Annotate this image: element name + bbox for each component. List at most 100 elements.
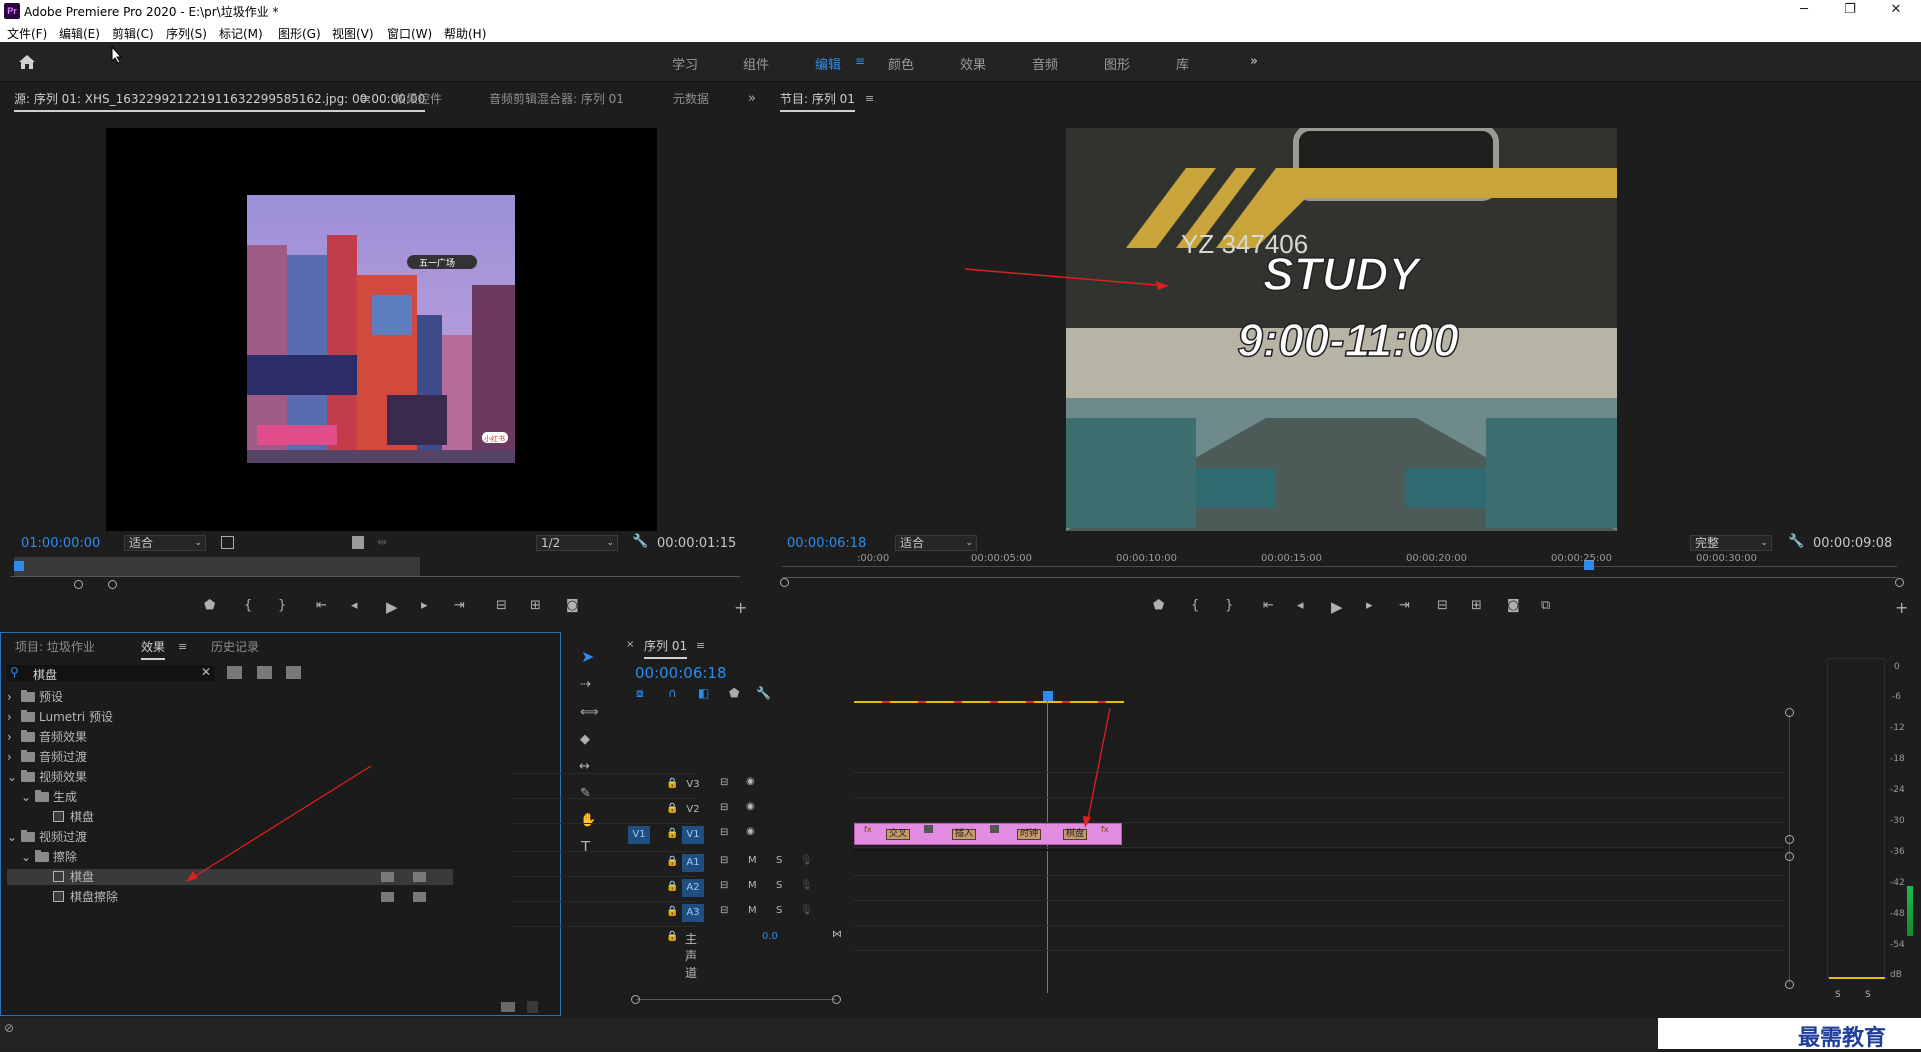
tab-metadata[interactable]: 元数据 [673, 90, 709, 107]
go-to-in-icon[interactable]: ⇤ [1263, 598, 1274, 613]
drag-video-icon[interactable]: ⇹ [377, 535, 387, 549]
nest-icon[interactable]: ◧ [698, 686, 709, 700]
program-quality-select[interactable]: 完整 ⌄ [1690, 535, 1772, 551]
sync-lock-icon[interactable]: ⊟ [720, 880, 728, 891]
sync-lock-icon[interactable]: ⊟ [720, 827, 728, 838]
workspace-graphics[interactable]: 图形 [1104, 54, 1130, 73]
lock-icon[interactable]: 🔒 [666, 881, 678, 892]
menu-marker[interactable]: 标记(M) [219, 25, 263, 42]
zoom-handle-right[interactable] [108, 580, 117, 589]
scroll-handle[interactable] [832, 995, 841, 1004]
delete-icon[interactable] [527, 1001, 538, 1013]
meter-solo-left[interactable]: S [1835, 990, 1841, 1000]
search-input[interactable]: 棋盘 [33, 666, 57, 683]
microphone-icon[interactable]: 🎙 [800, 880, 813, 891]
source-menu-icon[interactable]: ≡ [361, 92, 370, 106]
workspace-menu-icon[interactable]: ≡ [855, 54, 865, 68]
tab-effect-controls[interactable]: 效果控件 [394, 90, 442, 107]
zoom-handle-left[interactable] [780, 578, 789, 587]
add-button-icon[interactable]: + [734, 598, 747, 617]
eye-icon[interactable]: ◉ [746, 826, 755, 837]
sequence-menu-icon[interactable]: ≡ [696, 639, 705, 653]
minimize-button[interactable]: ─ [1781, 0, 1827, 22]
tree-item-audio-effects[interactable]: › 音频效果 [7, 729, 453, 745]
safe-margins-icon[interactable] [221, 536, 234, 549]
program-timecode[interactable]: 00:00:06:18 [787, 536, 866, 551]
tree-item-checker-wipe[interactable]: 棋盘擦除 [7, 889, 453, 905]
source-resolution-select[interactable]: 1/2 ⌄ [536, 535, 618, 551]
scroll-handle[interactable] [631, 995, 640, 1004]
zoom-handle-right[interactable] [1895, 578, 1904, 587]
eye-icon[interactable]: ◉ [746, 801, 755, 812]
source-zoom-bar[interactable] [10, 576, 740, 577]
program-menu-icon[interactable]: ≡ [865, 92, 874, 106]
zoom-handle-left[interactable] [74, 580, 83, 589]
tab-audio-clip-mixer[interactable]: 音频剪辑混合器: 序列 01 [489, 90, 624, 107]
step-forward-icon[interactable]: ▸ [421, 598, 428, 613]
comparison-view-icon[interactable]: ⧉ [1541, 598, 1550, 613]
workspace-color[interactable]: 颜色 [888, 54, 914, 73]
master-volume-value[interactable]: 0.0 [762, 931, 778, 942]
meter-solo-right[interactable]: S [1865, 990, 1871, 1000]
tree-item-lumetri-presets[interactable]: › Lumetri 预设 [7, 709, 453, 725]
workspace-learn[interactable]: 学习 [672, 54, 698, 73]
transition-insert[interactable]: 插入 [952, 829, 977, 840]
mute-button[interactable]: M [748, 855, 757, 866]
menu-view[interactable]: 视图(V) [332, 25, 374, 42]
scroll-handle[interactable] [1785, 980, 1794, 989]
menu-edit[interactable]: 编辑(E) [59, 25, 100, 42]
mute-button[interactable]: M [748, 905, 757, 916]
menu-file[interactable]: 文件(F) [7, 25, 47, 42]
lock-icon[interactable]: 🔒 [666, 906, 678, 917]
tab-program[interactable]: 节目: 序列 01 [780, 90, 855, 112]
lock-icon[interactable]: 🔒 [666, 828, 678, 839]
close-tab-icon[interactable]: × [626, 638, 634, 652]
workspace-editing[interactable]: 编辑 [815, 54, 841, 73]
microphone-icon[interactable]: 🎙 [800, 905, 813, 916]
add-marker-icon[interactable]: ⬟ [1153, 598, 1164, 613]
effects-search-box[interactable]: ⚲ 棋盘 ✕ [7, 665, 215, 683]
transition-checkerboard[interactable]: 棋盘 [1063, 829, 1088, 840]
snap-icon[interactable]: ⧇ [636, 686, 644, 701]
lift-icon[interactable]: ⊟ [1437, 598, 1448, 613]
menu-window[interactable]: 窗口(W) [387, 25, 432, 42]
scroll-handle[interactable] [1785, 835, 1794, 844]
source-playhead[interactable] [14, 561, 24, 571]
go-to-out-icon[interactable]: ⇥ [454, 598, 465, 613]
selection-tool-icon[interactable]: ➤ [581, 649, 594, 665]
linked-selection-icon[interactable]: ∩ [668, 686, 677, 700]
clear-search-icon[interactable]: ✕ [201, 665, 211, 679]
sync-lock-icon[interactable]: ⊟ [720, 777, 728, 788]
menu-help[interactable]: 帮助(H) [444, 25, 486, 42]
mark-out-icon[interactable]: } [278, 598, 286, 613]
source-timecode[interactable]: 01:00:00:00 [21, 536, 100, 551]
track-name[interactable]: V1 [682, 826, 704, 844]
source-scrubber[interactable] [14, 557, 420, 576]
slip-tool-icon[interactable]: ↔ [579, 760, 590, 774]
insert-button-icon[interactable]: ⊟ [496, 598, 507, 613]
track-name[interactable]: A1 [682, 854, 704, 872]
step-back-icon[interactable]: ◂ [1297, 598, 1304, 613]
add-marker-icon[interactable]: ⬟ [204, 598, 215, 613]
scroll-handle[interactable] [1785, 852, 1794, 861]
program-zoom-bar[interactable] [782, 577, 1897, 578]
track-select-tool-icon[interactable]: ⇢ [580, 678, 591, 692]
accelerated-effects-icon[interactable] [227, 666, 242, 679]
microphone-icon[interactable]: 🎙 [800, 855, 813, 866]
mark-in-icon[interactable]: { [244, 598, 252, 613]
wrench-icon[interactable]: 🔧 [632, 535, 648, 549]
ripple-edit-tool-icon[interactable]: ⟺ [580, 706, 599, 720]
program-fit-select[interactable]: 适合 ⌄ [895, 535, 977, 551]
add-marker-icon[interactable]: ⬟ [729, 686, 739, 700]
timeline-settings-icon[interactable]: 🔧 [756, 686, 771, 700]
solo-button[interactable]: S [776, 855, 782, 866]
tab-effects[interactable]: 效果 [141, 638, 166, 660]
new-bin-icon[interactable] [501, 1002, 515, 1012]
solo-button[interactable]: S [776, 905, 782, 916]
sync-lock-icon[interactable]: ⊟ [720, 802, 728, 813]
program-scrubber[interactable] [782, 566, 1897, 567]
lock-icon[interactable]: 🔒 [666, 931, 678, 942]
tab-history[interactable]: 历史记录 [211, 638, 259, 655]
play-icon[interactable]: ▶ [386, 598, 398, 616]
extract-icon[interactable]: ⊞ [1471, 598, 1482, 613]
